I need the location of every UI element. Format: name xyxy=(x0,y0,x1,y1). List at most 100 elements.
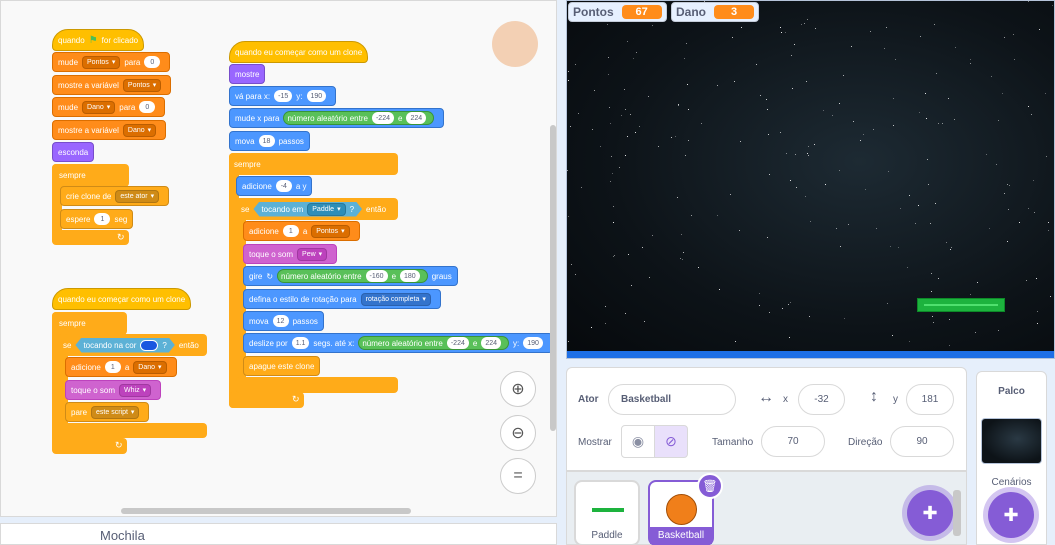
star xyxy=(717,215,718,216)
variable-dropdown[interactable]: Dano xyxy=(133,360,167,374)
clone-target-dropdown[interactable]: este ator xyxy=(115,189,160,203)
variable-dropdown[interactable]: Dano xyxy=(82,100,116,114)
vertical-scrollbar[interactable] xyxy=(550,125,556,431)
value-input[interactable]: 224 xyxy=(406,112,427,124)
sound-dropdown[interactable]: Pew xyxy=(297,247,328,261)
show-variable-block[interactable]: mostre a variável Dano xyxy=(52,120,167,140)
star xyxy=(823,110,824,111)
x-input[interactable]: -32 xyxy=(798,384,845,415)
variable-monitor-pontos[interactable]: Pontos 67 xyxy=(568,2,667,22)
show-variable-block[interactable]: mostre a variável Pontos xyxy=(52,75,172,95)
star xyxy=(575,64,576,65)
when-i-start-as-clone-block[interactable]: quando eu começar como um clone xyxy=(229,41,369,63)
code-area[interactable]: quando ⚑ for clicado mude Pontos para 0 … xyxy=(0,0,557,517)
move-steps-block[interactable]: mova 18 passos xyxy=(229,131,310,151)
value-input[interactable]: 1.1 xyxy=(291,337,310,349)
stage-backdrop-thumbnail[interactable] xyxy=(981,418,1042,464)
zoom-in-button[interactable]: ⊕ xyxy=(500,371,536,407)
glide-block[interactable]: deslize por 1.1 segs. até x: número alea… xyxy=(243,333,553,353)
touching-block[interactable]: tocando em Paddle ? xyxy=(253,202,362,217)
set-x-block[interactable]: mude x para número aleatório entre -224 … xyxy=(229,108,445,128)
paddle-sprite[interactable] xyxy=(917,298,1005,312)
sound-dropdown[interactable]: Whiz xyxy=(119,383,152,397)
play-sound-block[interactable]: toque o som Whiz xyxy=(65,380,162,400)
go-to-xy-block[interactable]: vá para x: -15 y: 190 xyxy=(229,86,337,106)
move-steps-block[interactable]: mova 12 passos xyxy=(243,311,324,331)
sprite-tile-paddle[interactable]: Paddle xyxy=(574,480,640,545)
value-input[interactable]: 12 xyxy=(272,315,289,327)
size-input[interactable]: 70 xyxy=(761,426,825,457)
sprite-list-scrollbar[interactable] xyxy=(953,490,961,536)
star xyxy=(768,134,769,135)
when-flag-clicked-block[interactable]: quando ⚑ for clicado xyxy=(52,29,145,51)
loop-arrow-icon: ↻ xyxy=(115,440,123,450)
random-block[interactable]: número aleatório entre -224 e 224 xyxy=(283,111,435,125)
sprite-name-input[interactable]: Basketball xyxy=(608,384,736,415)
value-input[interactable]: -160 xyxy=(365,270,388,282)
touching-target-dropdown[interactable]: Paddle xyxy=(307,203,345,216)
rotation-style-dropdown[interactable]: rotação completa xyxy=(360,292,431,306)
show-block[interactable]: mostre xyxy=(229,64,266,84)
value-input[interactable]: 1 xyxy=(282,225,299,237)
horizontal-scrollbar[interactable] xyxy=(121,508,411,514)
value-input[interactable]: 190 xyxy=(523,337,543,349)
color-picker[interactable] xyxy=(140,340,158,351)
delete-sprite-button[interactable]: 🗑 xyxy=(697,473,723,499)
value-input[interactable]: 180 xyxy=(400,270,420,282)
star xyxy=(686,43,687,44)
when-i-start-as-clone-block[interactable]: quando eu começar como um clone xyxy=(52,288,192,310)
star xyxy=(568,71,569,72)
value-input[interactable]: 18 xyxy=(258,135,275,147)
random-block[interactable]: número aleatório entre -160 e 180 xyxy=(277,269,428,283)
block-text: graus xyxy=(431,271,452,281)
touching-color-block[interactable]: tocando na cor ? xyxy=(75,338,174,353)
random-block[interactable]: número aleatório entre -224 e 224 xyxy=(358,336,509,350)
add-backdrop-button[interactable]: ✚ xyxy=(988,492,1034,538)
value-input[interactable]: 0 xyxy=(139,101,156,113)
hide-block[interactable]: esconda xyxy=(52,142,95,162)
y-input[interactable]: 181 xyxy=(906,384,954,415)
backpack-bar[interactable]: Mochila xyxy=(0,523,557,545)
stop-block[interactable]: pare este script xyxy=(65,402,150,422)
value-input[interactable]: -4 xyxy=(275,180,292,192)
change-variable-block[interactable]: adicione 1 a Pontos xyxy=(243,221,360,241)
variable-monitor-dano[interactable]: Dano 3 xyxy=(671,2,759,22)
create-clone-block[interactable]: crie clone de este ator xyxy=(60,186,170,206)
play-sound-block[interactable]: toque o som Pew xyxy=(243,244,338,264)
star xyxy=(938,123,939,124)
star xyxy=(682,259,683,260)
set-variable-block[interactable]: mude Dano para 0 xyxy=(52,97,166,117)
change-variable-block[interactable]: adicione 1 a Dano xyxy=(65,357,177,377)
block-text: mostre a variável xyxy=(58,80,119,90)
wait-block[interactable]: espere 1 seg xyxy=(60,209,134,229)
zoom-reset-button[interactable]: = xyxy=(500,458,536,494)
delete-clone-block[interactable]: apague este clone xyxy=(243,356,321,376)
variable-dropdown[interactable]: Pontos xyxy=(311,224,350,238)
y-input[interactable]: 190 xyxy=(306,90,327,102)
turn-block[interactable]: gire ↻ número aleatório entre -160 e 180… xyxy=(243,266,458,286)
variable-dropdown[interactable]: Pontos xyxy=(122,78,162,92)
block-text: então xyxy=(366,204,387,214)
add-sprite-button[interactable]: ✚ xyxy=(907,490,953,536)
star xyxy=(949,319,950,320)
zoom-out-button[interactable]: ⊖ xyxy=(500,415,536,451)
stop-option-dropdown[interactable]: este script xyxy=(91,405,140,419)
value-input[interactable]: -224 xyxy=(371,112,394,124)
value-input[interactable]: 224 xyxy=(481,337,501,349)
stage-selector-panel[interactable]: Palco Cenários ✚ xyxy=(976,371,1047,545)
change-y-block[interactable]: adicione -4 a y xyxy=(236,176,313,196)
show-sprite-button[interactable]: ◉ xyxy=(621,425,655,458)
set-rotation-style-block[interactable]: defina o estilo de rotação para rotação … xyxy=(243,289,441,309)
set-variable-block[interactable]: mude Pontos para 0 xyxy=(52,52,171,72)
value-input[interactable]: 1 xyxy=(104,361,121,373)
variable-dropdown[interactable]: Dano xyxy=(122,123,157,137)
x-input[interactable]: -15 xyxy=(274,90,293,102)
value-input[interactable]: 0 xyxy=(144,56,161,68)
stage[interactable]: Pontos 67 Dano 3 xyxy=(566,0,1055,359)
block-text: passos xyxy=(292,316,318,326)
value-input[interactable]: 1 xyxy=(94,213,111,225)
variable-dropdown[interactable]: Pontos xyxy=(82,55,121,69)
value-input[interactable]: -224 xyxy=(446,337,469,349)
hide-sprite-button[interactable]: ⊘ xyxy=(654,425,688,458)
direction-input[interactable]: 90 xyxy=(890,426,954,457)
